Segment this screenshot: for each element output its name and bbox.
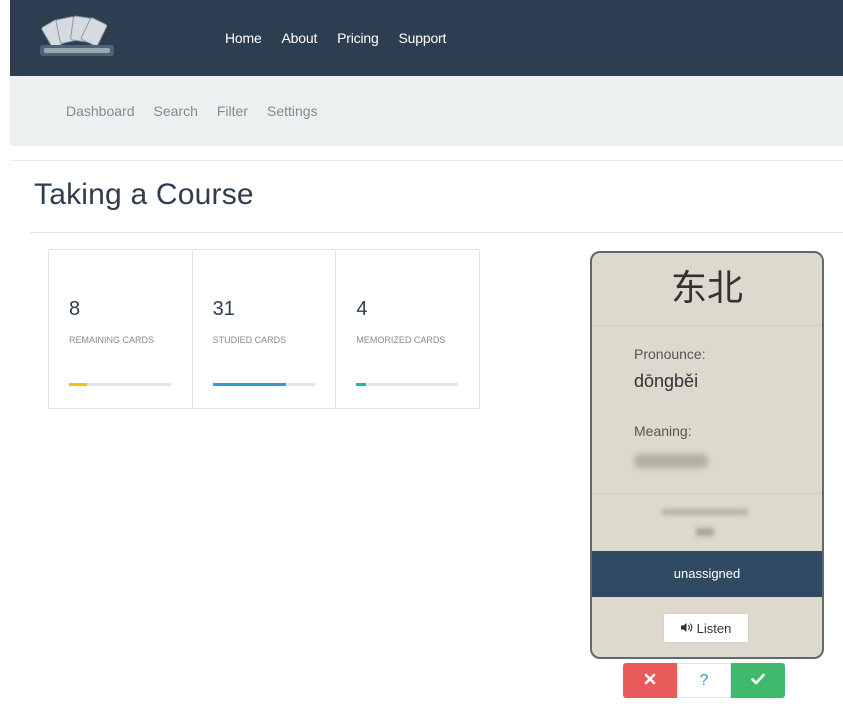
studied-count: 31 xyxy=(212,298,235,320)
studied-label: STUDIED CARDS xyxy=(212,335,287,345)
memorized-count: 4 xyxy=(356,298,368,320)
hidden-text-blurred xyxy=(696,528,714,536)
studied-progress-bar xyxy=(212,383,315,386)
pronounce-label: Pronounce: xyxy=(634,346,706,362)
memorized-progress-bar xyxy=(356,383,459,386)
stat-memorized: 4 MEMORIZED CARDS xyxy=(336,250,479,408)
card-divider xyxy=(592,493,822,494)
card-word: 东北 xyxy=(592,253,822,326)
meaning-label: Meaning: xyxy=(634,423,692,439)
nav-home-link[interactable]: Home xyxy=(225,30,262,46)
pronunciation-value: dōngběi xyxy=(634,371,699,391)
stat-studied: 31 STUDIED CARDS xyxy=(193,250,337,408)
check-icon xyxy=(751,672,765,690)
nav-pricing-link[interactable]: Pricing xyxy=(337,30,379,46)
stat-remaining: 8 REMAINING CARDS xyxy=(49,250,193,408)
top-nav: Home About Pricing Support xyxy=(225,30,446,46)
top-navbar: Home About Pricing Support xyxy=(10,0,843,76)
listen-button[interactable]: Listen xyxy=(663,613,749,643)
remaining-label: REMAINING CARDS xyxy=(69,335,155,345)
answer-buttons: ? xyxy=(623,663,785,698)
remaining-count: 8 xyxy=(69,298,81,320)
listen-label: Listen xyxy=(696,620,732,636)
subnav-settings-link[interactable]: Settings xyxy=(267,103,318,119)
subnav-filter-link[interactable]: Filter xyxy=(217,103,248,119)
mark-unsure-button[interactable]: ? xyxy=(677,663,731,698)
subnav-search-link[interactable]: Search xyxy=(154,103,198,119)
memorized-progress-fill xyxy=(356,383,366,386)
secondary-nav: Dashboard Search Filter Settings xyxy=(10,76,843,146)
nav-support-link[interactable]: Support xyxy=(399,30,447,46)
mark-correct-button[interactable] xyxy=(731,663,785,698)
divider xyxy=(10,160,843,161)
hidden-text-blurred xyxy=(662,509,748,515)
card-status-label: unassigned xyxy=(592,551,822,597)
unsure-label: ? xyxy=(699,671,709,689)
studied-progress-fill xyxy=(212,383,287,386)
divider xyxy=(30,232,843,233)
remaining-progress-fill xyxy=(69,383,88,386)
flashcard: 东北 Pronounce: dōngběi Meaning: unassigne… xyxy=(590,251,824,659)
page-title: Taking a Course xyxy=(34,178,254,211)
remaining-progress-bar xyxy=(69,383,171,386)
close-icon xyxy=(644,672,656,690)
subnav-dashboard-link[interactable]: Dashboard xyxy=(66,103,135,119)
memorized-label: MEMORIZED CARDS xyxy=(356,335,446,345)
nav-about-link[interactable]: About xyxy=(282,30,318,46)
meaning-value-blurred xyxy=(634,454,708,468)
mark-wrong-button[interactable] xyxy=(623,663,677,698)
stats-panel: 8 REMAINING CARDS 31 STUDIED CARDS 4 MEM… xyxy=(48,249,480,409)
site-logo[interactable] xyxy=(38,14,116,58)
speaker-icon xyxy=(680,621,693,636)
